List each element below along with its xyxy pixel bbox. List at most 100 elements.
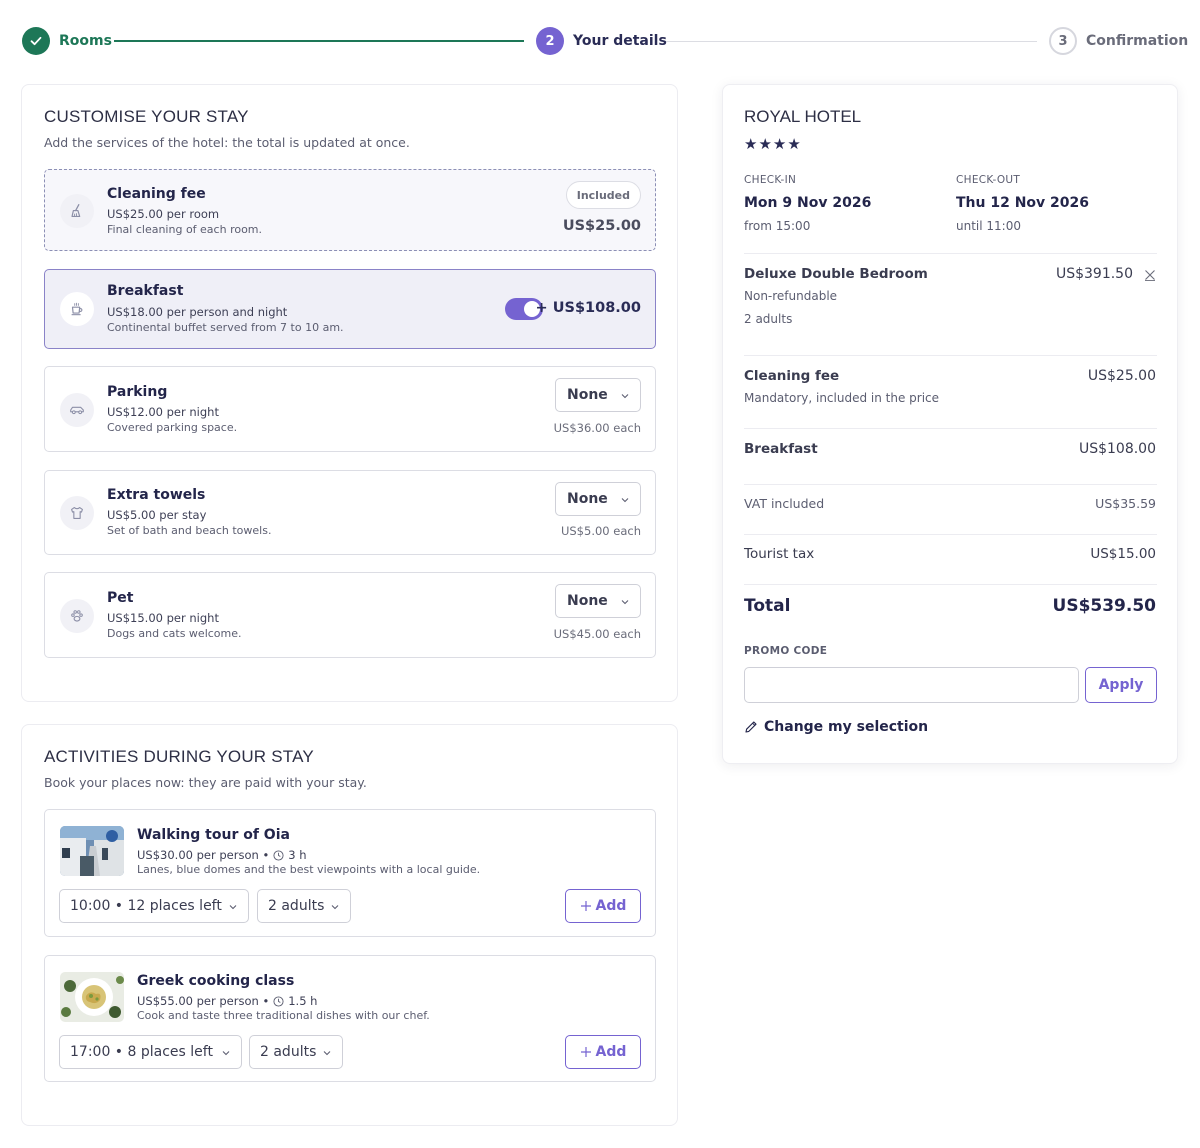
plus-icon [580, 1047, 591, 1057]
divider [744, 253, 1157, 254]
activity-meta: US$55.00 per person • 1.5 h [137, 994, 317, 1008]
service-parking: Parking US$12.00 per night Covered parki… [44, 366, 656, 452]
change-selection-link[interactable]: Change my selection [744, 719, 928, 735]
cleaning-name: Cleaning fee [744, 368, 840, 384]
total-label: Total [744, 596, 791, 616]
parking-quantity-select[interactable]: None [555, 378, 641, 412]
booking-summary-card: ROYAL HOTEL ★ ★ ★ ★ CHECK-IN Mon 9 Nov 2… [722, 84, 1178, 764]
chevron-down-icon [229, 905, 237, 910]
vat-amount: US$35.59 [1095, 496, 1156, 511]
activity-price: US$30.00 per person • [137, 848, 270, 862]
step-label: Your details [573, 33, 667, 49]
star-icon: ★ [744, 135, 758, 153]
chevron-down-icon [621, 498, 629, 503]
chevron-down-icon [621, 394, 629, 399]
checkin-time: from 15:00 [744, 219, 811, 233]
shirt-icon [60, 496, 94, 530]
star-icon: ★ [758, 135, 772, 153]
step-confirmation[interactable]: 3 Confirmation [1049, 26, 1188, 56]
guests-select[interactable]: 2 adults [257, 889, 351, 923]
tourist-tax-amount: US$15.00 [1090, 546, 1156, 562]
room-name: Deluxe Double Bedroom [744, 266, 928, 282]
add-activity-button[interactable]: Add [565, 889, 641, 923]
service-description: Covered parking space. [107, 421, 238, 434]
cleaning-note: Mandatory, included in the price [744, 391, 940, 405]
step-your-details[interactable]: 2 Your details [536, 26, 667, 56]
service-name: Cleaning fee [107, 186, 206, 202]
vat-label: VAT included [744, 496, 825, 511]
star-rating: ★ ★ ★ ★ [744, 136, 801, 152]
guests-select[interactable]: 2 adults [249, 1035, 343, 1069]
activity-photo [60, 972, 124, 1022]
step-number: 3 [1049, 27, 1077, 55]
section-title: CUSTOMISE YOUR STAY [44, 107, 249, 126]
service-description: Set of bath and beach towels. [107, 524, 272, 537]
select-value: 17:00 • 8 places left [70, 1044, 213, 1060]
service-name: Parking [107, 384, 168, 400]
activities-card: ACTIVITIES DURING YOUR STAY Book your pl… [21, 724, 678, 1126]
time-slot-select[interactable]: 17:00 • 8 places left [59, 1035, 242, 1069]
apply-promo-button[interactable]: Apply [1085, 667, 1157, 703]
activity-duration: 3 h [288, 848, 307, 862]
service-price: US$12.00 per night [107, 405, 219, 419]
promo-code-label: PROMO CODE [744, 645, 828, 657]
service-name: Extra towels [107, 487, 206, 503]
service-amount: US$25.00 [562, 218, 641, 234]
select-value: 2 adults [268, 898, 325, 914]
service-pet: Pet US$15.00 per night Dogs and cats wel… [44, 572, 656, 658]
select-value: 2 adults [260, 1044, 317, 1060]
activity-description: Lanes, blue domes and the best viewpoint… [137, 863, 481, 876]
service-extra-towels: Extra towels US$5.00 per stay Set of bat… [44, 470, 656, 555]
select-value: None [567, 387, 608, 403]
change-selection-label: Change my selection [764, 719, 929, 735]
service-description: Continental buffet served from 7 to 10 a… [107, 321, 344, 334]
stepper-line-pending [664, 41, 1037, 42]
step-rooms[interactable]: Rooms [22, 26, 112, 56]
activity-photo [60, 826, 124, 876]
add-activity-button[interactable]: Add [565, 1035, 641, 1069]
towels-quantity-select[interactable]: None [555, 482, 641, 516]
service-name: Pet [107, 590, 134, 606]
divider [744, 484, 1157, 485]
select-value: None [567, 593, 608, 609]
service-description: Dogs and cats welcome. [107, 627, 242, 640]
divider [744, 534, 1157, 535]
clock-icon [273, 995, 284, 1007]
cleaning-amount: US$25.00 [1087, 368, 1156, 384]
plus-icon [580, 901, 591, 911]
coffee-cup-icon [60, 292, 94, 326]
unit-price: US$5.00 each [560, 524, 641, 538]
car-icon [60, 393, 94, 427]
service-amount: + US$108.00 [535, 300, 641, 316]
service-price: US$18.00 per person and night [107, 305, 288, 319]
divider [744, 584, 1157, 585]
checkin-label: CHECK-IN [744, 174, 797, 186]
room-policy: Non-refundable [744, 289, 838, 303]
checkout-date: Thu 12 Nov 2026 [956, 195, 1090, 211]
service-price: US$5.00 per stay [107, 508, 207, 522]
activity-walking-tour: Walking tour of Oia US$30.00 per person … [44, 809, 656, 937]
star-icon: ★ [787, 135, 801, 153]
step-label: Rooms [59, 33, 112, 49]
remove-room-icon[interactable] [1144, 269, 1156, 281]
breakfast-name: Breakfast [744, 441, 818, 457]
divider [744, 428, 1157, 429]
promo-code-input[interactable] [744, 667, 1079, 703]
service-price: US$15.00 per night [107, 611, 219, 625]
service-breakfast: Breakfast US$18.00 per person and night … [44, 269, 656, 349]
activity-duration: 1.5 h [288, 994, 318, 1008]
select-value: 10:00 • 12 places left [70, 898, 222, 914]
room-guests: 2 adults [744, 312, 793, 326]
activity-description: Cook and taste three traditional dishes … [137, 1009, 430, 1022]
check-icon [22, 27, 50, 55]
chevron-down-icon [331, 905, 339, 910]
stepper-line-completed [114, 40, 524, 42]
time-slot-select[interactable]: 10:00 • 12 places left [59, 889, 249, 923]
pet-quantity-select[interactable]: None [555, 584, 641, 618]
activity-name: Walking tour of Oia [137, 827, 290, 843]
chevron-down-icon [222, 1051, 230, 1056]
pencil-icon [745, 721, 757, 733]
customise-stay-card: CUSTOMISE YOUR STAY Add the services of … [21, 84, 678, 702]
hotel-name: ROYAL HOTEL [744, 107, 862, 126]
section-subtitle: Book your places now: they are paid with… [44, 775, 367, 790]
